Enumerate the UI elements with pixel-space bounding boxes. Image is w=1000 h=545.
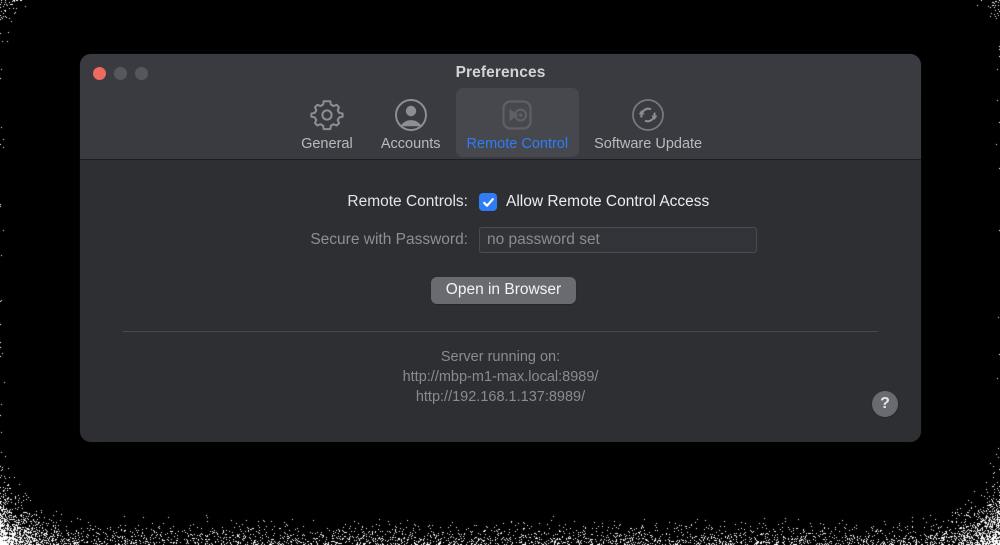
allow-remote-control-checkbox-wrap[interactable]: Allow Remote Control Access xyxy=(479,193,709,211)
secure-password-field-wrap: no password set xyxy=(479,227,757,253)
tab-accounts[interactable]: Accounts xyxy=(370,88,452,157)
remote-control-form: Remote Controls: Allow Remote Control Ac… xyxy=(80,160,921,304)
refresh-circle-icon xyxy=(628,95,668,135)
allow-remote-control-label: Allow Remote Control Access xyxy=(506,193,709,211)
preferences-tab-bar: General Accounts Remote Control Software… xyxy=(80,88,921,157)
remote-controls-label: Remote Controls: xyxy=(80,193,479,211)
secure-password-label: Secure with Password: xyxy=(80,231,479,249)
open-in-browser-row: Open in Browser xyxy=(80,277,921,304)
window-toolbar: Preferences General Accounts Remote Cont… xyxy=(80,54,921,160)
tab-remote-control-label: Remote Control xyxy=(467,136,569,152)
screenshot-canvas: Preferences General Accounts Remote Cont… xyxy=(0,0,1000,545)
server-running-heading: Server running on: xyxy=(80,347,921,367)
server-url-hostname[interactable]: http://mbp-m1-max.local:8989/ xyxy=(80,367,921,387)
window-title: Preferences xyxy=(80,64,921,82)
secure-password-input[interactable]: no password set xyxy=(479,227,757,253)
checkmark-icon xyxy=(482,196,495,209)
allow-remote-control-checkbox[interactable] xyxy=(479,193,497,211)
tab-general-label: General xyxy=(301,136,353,152)
tab-remote-control[interactable]: Remote Control xyxy=(456,88,580,157)
preferences-window: Preferences General Accounts Remote Cont… xyxy=(80,54,921,442)
secure-password-placeholder: no password set xyxy=(487,231,600,249)
person-circle-icon xyxy=(391,95,431,135)
remote-controls-row: Remote Controls: Allow Remote Control Ac… xyxy=(80,193,921,211)
tab-software-update[interactable]: Software Update xyxy=(583,88,713,157)
server-url-ip[interactable]: http://192.168.1.137:8989/ xyxy=(80,387,921,407)
preferences-content: Remote Controls: Allow Remote Control Ac… xyxy=(80,160,921,442)
open-in-browser-button[interactable]: Open in Browser xyxy=(431,277,576,304)
tab-software-update-label: Software Update xyxy=(594,136,702,152)
remote-control-icon xyxy=(497,95,537,135)
tab-accounts-label: Accounts xyxy=(381,136,441,152)
tab-general[interactable]: General xyxy=(288,88,366,157)
gear-icon xyxy=(307,95,347,135)
server-info: Server running on: http://mbp-m1-max.loc… xyxy=(80,347,921,407)
remote-controls-field: Allow Remote Control Access xyxy=(479,193,709,211)
secure-password-row: Secure with Password: no password set xyxy=(80,227,921,253)
content-divider xyxy=(123,331,878,332)
help-button[interactable]: ? xyxy=(872,391,898,417)
